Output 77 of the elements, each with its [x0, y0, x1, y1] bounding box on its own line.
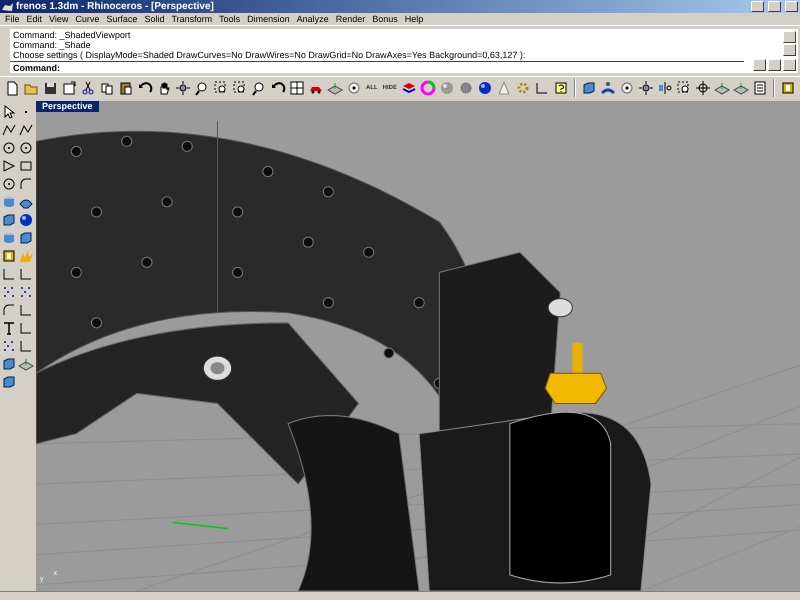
grid-plane-icon[interactable] — [714, 80, 730, 96]
layers-icon[interactable] — [401, 80, 418, 96]
command-prompt: Command: — [13, 62, 60, 72]
grid-plane-icon[interactable] — [18, 356, 34, 372]
box-icon[interactable] — [1, 212, 17, 228]
align-icon[interactable] — [657, 80, 674, 96]
document-properties-icon[interactable] — [61, 80, 77, 96]
menu-item[interactable]: File — [2, 14, 24, 24]
box-icon[interactable] — [1, 356, 17, 372]
close-button[interactable] — [785, 1, 798, 12]
crosshair-icon[interactable] — [695, 80, 712, 96]
menu-item[interactable]: Analyze — [294, 14, 333, 24]
point-icon[interactable] — [346, 80, 362, 96]
color-wheel-icon[interactable] — [420, 80, 436, 96]
rotate-view-icon[interactable] — [175, 80, 191, 96]
menu-item[interactable]: View — [46, 14, 72, 24]
box-icon[interactable] — [1, 374, 17, 390]
scroll-right-button[interactable] — [783, 59, 796, 71]
circle-icon[interactable] — [18, 140, 34, 156]
grid-plane-icon[interactable] — [733, 80, 750, 96]
points-icon[interactable] — [1, 338, 17, 354]
window-title: frenos 1.3dm - Rhinoceros - [Perspective] — [16, 1, 215, 12]
document-icon[interactable] — [1, 248, 17, 264]
dimension-icon[interactable] — [18, 266, 34, 282]
menu-item[interactable]: Surface — [103, 14, 142, 24]
command-line: Command: _ShadedViewport — [13, 30, 132, 40]
grid-plane-icon[interactable] — [327, 80, 343, 96]
menu-item[interactable]: Help — [402, 14, 428, 24]
paste-icon[interactable] — [118, 80, 134, 96]
fillet-icon[interactable] — [18, 176, 34, 192]
point-icon[interactable] — [619, 80, 636, 96]
circle-icon[interactable] — [1, 176, 17, 192]
box-icon[interactable] — [18, 230, 34, 246]
sphere-icon[interactable] — [458, 80, 474, 96]
polyline-icon[interactable] — [18, 122, 34, 138]
rotate-view-icon[interactable] — [638, 80, 654, 96]
dimension-icon[interactable] — [18, 302, 34, 318]
save-icon[interactable] — [42, 80, 58, 96]
dimension-icon[interactable] — [18, 338, 34, 354]
dimension-icon[interactable] — [18, 320, 34, 336]
sphere-icon[interactable] — [477, 80, 494, 96]
points-icon[interactable] — [18, 284, 34, 300]
restore-button[interactable] — [768, 1, 781, 12]
fillet-icon[interactable] — [1, 302, 17, 318]
cut-icon[interactable] — [80, 80, 96, 96]
dimension-icon[interactable] — [1, 266, 17, 282]
cone-icon[interactable] — [496, 80, 512, 96]
menu-item[interactable]: Curve — [72, 14, 104, 24]
menu-item[interactable]: Solid — [141, 14, 168, 24]
axis-icon — [173, 522, 228, 530]
sphere-icon[interactable] — [18, 212, 34, 228]
menu-item[interactable]: Edit — [24, 14, 46, 24]
menu-item[interactable]: Transform — [168, 14, 216, 24]
command-line: Choose settings ( DisplayMode=Shaded DrawCurves=No DrawWires=No DrawGrid=No DrawAxes=Yes Background=0,63,127 ): — [13, 50, 526, 60]
scroll-down-button[interactable] — [783, 44, 796, 56]
four-viewports-icon[interactable] — [289, 80, 305, 96]
notes-icon[interactable] — [752, 80, 768, 96]
help-icon[interactable] — [553, 80, 570, 96]
circle-icon[interactable] — [1, 140, 17, 156]
viewport-tab[interactable]: Perspective — [36, 101, 99, 112]
figure-icon[interactable] — [600, 80, 616, 96]
minimize-button[interactable] — [751, 1, 764, 12]
menu-item[interactable]: Dimension — [244, 14, 294, 24]
rhino-logo-icon — [2, 2, 13, 12]
polyline-icon[interactable] — [1, 122, 17, 138]
menu-item[interactable]: Tools — [216, 14, 244, 24]
menu-item[interactable]: Render — [332, 14, 370, 24]
resize-handle[interactable] — [753, 59, 766, 71]
command-line: Command: _Shade — [13, 40, 92, 50]
text-icon[interactable] — [1, 320, 17, 336]
scroll-left-button[interactable] — [768, 59, 781, 71]
triangle-icon[interactable] — [1, 158, 17, 174]
scroll-up-button[interactable] — [783, 31, 796, 43]
document-icon[interactable] — [780, 80, 796, 96]
box-icon[interactable] — [581, 80, 598, 96]
points-icon[interactable] — [1, 284, 17, 300]
menu-item[interactable]: Bonus — [369, 14, 402, 24]
